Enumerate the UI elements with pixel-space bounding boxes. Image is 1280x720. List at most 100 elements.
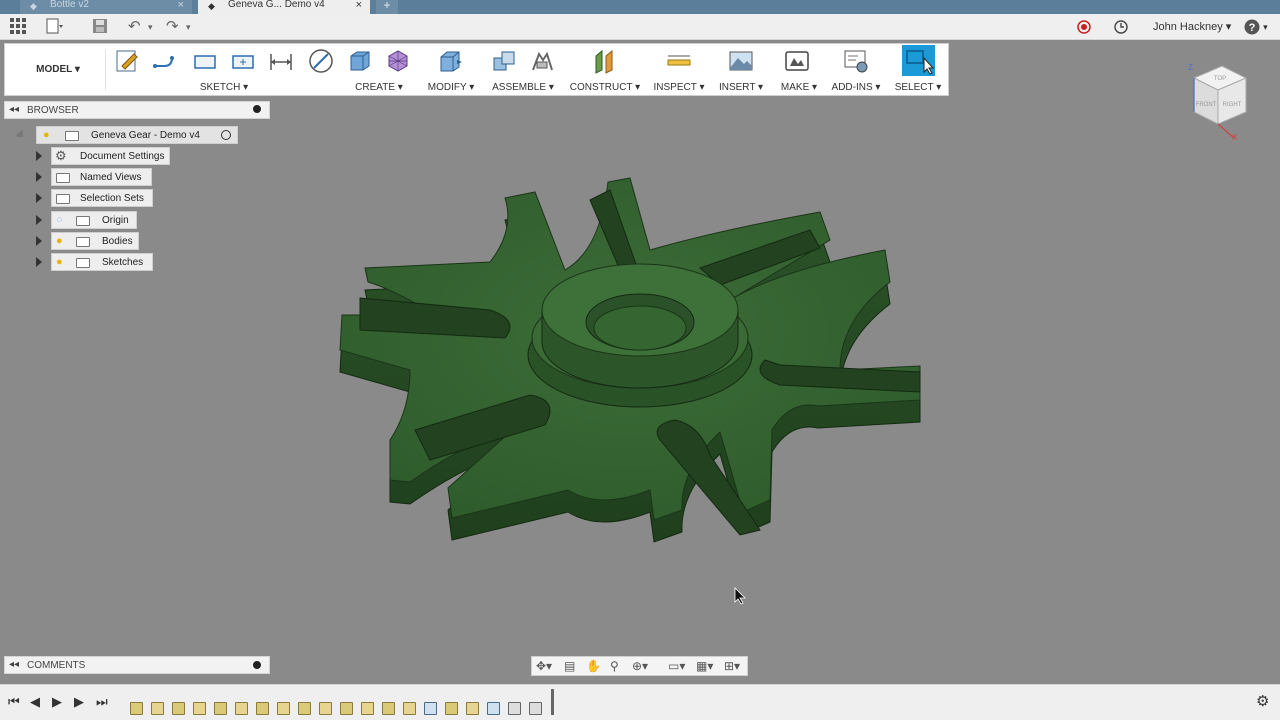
browser-item-origin[interactable]: ○ Origin [51, 211, 137, 229]
browser-panel-header[interactable]: ◂◂ BROWSER [4, 101, 270, 119]
look-at-icon[interactable]: ▤ [564, 658, 575, 674]
timeline-feature[interactable] [235, 702, 248, 715]
timeline-feature-sketch[interactable] [256, 702, 269, 715]
toolbar-group-label[interactable]: SELECT ▾ [889, 82, 947, 93]
timeline-feature[interactable] [193, 702, 206, 715]
gear-icon[interactable]: ⚙ [1256, 694, 1269, 710]
toolbar-group-label[interactable]: CREATE ▾ [343, 82, 415, 93]
timeline-feature[interactable] [403, 702, 416, 715]
rectangle-tool-icon[interactable] [192, 48, 218, 74]
orbit-icon[interactable]: ✥▾ [536, 658, 552, 674]
save-icon[interactable] [92, 18, 108, 36]
center-rectangle-icon[interactable] [230, 48, 256, 74]
pan-hand-icon[interactable]: ✋ [586, 658, 601, 674]
expand-icon[interactable] [15, 129, 27, 141]
step-back-icon[interactable]: ◀ [30, 694, 40, 710]
browser-item-selection-sets[interactable]: Selection Sets [51, 189, 153, 207]
expand-icon[interactable] [36, 236, 42, 246]
browser-item-sketches[interactable]: ● Sketches [51, 253, 153, 271]
timeline-feature-sketch[interactable] [172, 702, 185, 715]
geneva-gear-model[interactable] [320, 170, 960, 590]
record-icon[interactable] [1077, 14, 1091, 40]
close-icon[interactable]: × [356, 0, 362, 11]
timeline-feature-sketch[interactable] [382, 702, 395, 715]
grid-settings-icon[interactable]: ▦▾ [696, 658, 713, 674]
viewports-icon[interactable]: ⊞▾ [724, 658, 740, 674]
expand-icon[interactable] [36, 151, 42, 161]
timeline-feature-pattern[interactable] [487, 702, 500, 715]
file-menu-icon[interactable] [46, 18, 64, 36]
expand-icon[interactable] [36, 257, 42, 267]
workspace-switcher[interactable]: MODEL ▾ [13, 44, 103, 95]
visibility-bulb-icon[interactable]: ● [56, 235, 66, 247]
timeline-feature-sketch[interactable] [298, 702, 311, 715]
timeline-feature[interactable] [319, 702, 332, 715]
timeline-feature-sketch[interactable] [340, 702, 353, 715]
expand-icon[interactable] [36, 193, 42, 203]
app-grid-icon[interactable] [10, 18, 26, 36]
chevron-down-icon[interactable]: ▾ [186, 18, 191, 36]
tab-bottle[interactable]: ◆ Bottle v2 × [20, 0, 192, 14]
play-icon[interactable]: ▶ [52, 694, 62, 710]
collapse-icon[interactable]: ◂◂ [9, 104, 19, 115]
expand-icon[interactable] [36, 215, 42, 225]
timeline-feature[interactable] [361, 702, 374, 715]
undo-icon[interactable]: ↶ [128, 18, 141, 36]
tab-geneva-gear[interactable]: ◆ Geneva G... Demo v4 × [198, 0, 370, 14]
3d-print-icon[interactable] [784, 48, 810, 74]
timeline-feature[interactable] [466, 702, 479, 715]
browser-root-item[interactable]: ● Geneva Gear - Demo v4 [36, 126, 238, 144]
view-cube[interactable]: TOP FRONT RIGHT Z X [1186, 60, 1256, 142]
step-forward-icon[interactable]: ▶ [74, 694, 84, 710]
press-pull-icon[interactable] [437, 48, 463, 74]
stop-sketch-icon[interactable] [308, 48, 334, 74]
history-clock-icon[interactable] [1114, 14, 1128, 40]
new-component-icon[interactable] [491, 48, 517, 74]
visibility-bulb-icon[interactable]: ○ [56, 214, 66, 226]
go-to-start-icon[interactable]: ⏮ [8, 694, 20, 710]
help-icon[interactable]: ? ▾ [1244, 14, 1268, 40]
fit-icon[interactable]: ⊕▾ [632, 658, 648, 674]
redo-icon[interactable]: ↷ [166, 18, 179, 36]
go-to-end-icon[interactable]: ⏭ [96, 694, 108, 710]
extrude-icon[interactable] [347, 48, 373, 74]
visibility-bulb-icon[interactable]: ● [56, 256, 66, 268]
toolbar-group-label[interactable]: SKETCH ▾ [109, 82, 339, 93]
timeline-feature-sketch[interactable] [130, 702, 143, 715]
zoom-icon[interactable]: ⚲ [610, 658, 619, 674]
browser-item-document-settings[interactable]: ⚙ Document Settings [51, 147, 170, 165]
toolbar-group-label[interactable]: MODIFY ▾ [419, 82, 483, 93]
collapse-icon[interactable]: ◂◂ [9, 659, 19, 670]
pin-icon[interactable] [253, 105, 261, 113]
measure-icon[interactable] [666, 48, 692, 74]
line-tool-icon[interactable] [152, 48, 178, 74]
timeline-feature[interactable] [277, 702, 290, 715]
expand-icon[interactable] [36, 172, 42, 182]
dimension-tool-icon[interactable] [268, 48, 294, 74]
toolbar-group-label[interactable]: ASSEMBLE ▾ [487, 82, 559, 93]
timeline-feature-sketch[interactable] [214, 702, 227, 715]
joint-icon[interactable] [529, 48, 555, 74]
user-menu[interactable]: John Hackney ▾ [1153, 14, 1231, 40]
timeline-feature[interactable] [151, 702, 164, 715]
toolbar-group-label[interactable]: INSPECT ▾ [649, 82, 709, 93]
new-tab-button[interactable]: + [376, 0, 398, 14]
display-settings-icon[interactable]: ▭▾ [668, 658, 685, 674]
add-comment-icon[interactable] [253, 661, 261, 669]
timeline-feature-move[interactable] [424, 702, 437, 715]
close-icon[interactable]: × [178, 0, 184, 11]
timeline-feature-sketch[interactable] [445, 702, 458, 715]
toolbar-group-label[interactable]: MAKE ▾ [773, 82, 825, 93]
timeline-feature-chamfer[interactable] [529, 702, 542, 715]
offset-plane-icon[interactable] [592, 48, 618, 74]
timeline-marker[interactable] [551, 689, 554, 715]
comments-panel-header[interactable]: ◂◂ COMMENTS [4, 656, 270, 674]
toolbar-group-label[interactable]: CONSTRUCT ▾ [567, 82, 643, 93]
visibility-bulb-icon[interactable]: ● [43, 129, 53, 141]
toolbar-group-label[interactable]: INSERT ▾ [715, 82, 767, 93]
browser-item-named-views[interactable]: Named Views [51, 168, 152, 186]
activate-radio-icon[interactable] [221, 130, 231, 140]
insert-image-icon[interactable] [728, 48, 754, 74]
toolbar-group-label[interactable]: ADD-INS ▾ [829, 82, 883, 93]
form-icon[interactable] [385, 48, 411, 74]
